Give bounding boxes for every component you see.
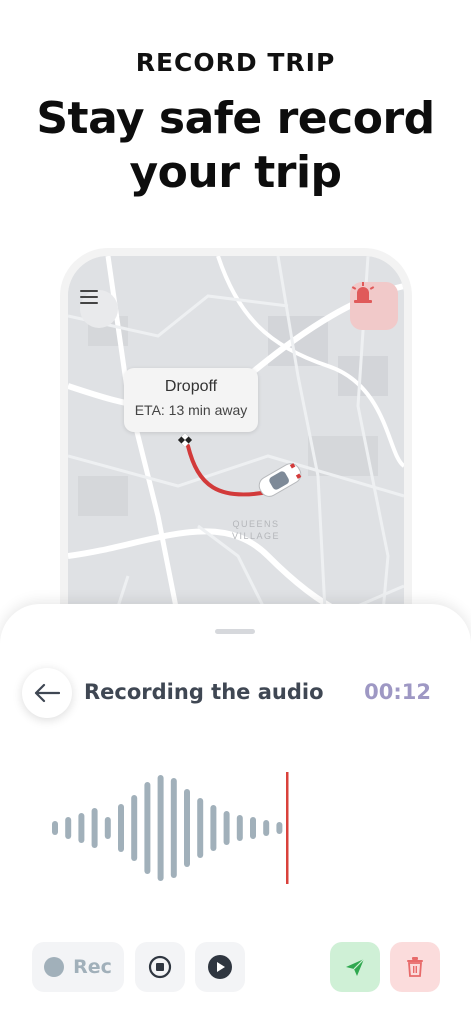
rec-button[interactable]: Rec (32, 942, 124, 992)
waveform-bar (250, 817, 256, 839)
waveform-bar (184, 789, 190, 867)
delete-button[interactable] (390, 942, 440, 992)
waveform-bar (197, 798, 204, 858)
recording-timer: 00:12 (364, 680, 431, 704)
playhead-cursor (286, 772, 289, 884)
stop-button[interactable] (135, 942, 185, 992)
stop-icon (148, 955, 172, 979)
emergency-button[interactable] (350, 282, 398, 330)
waveform-bar (131, 795, 138, 861)
waveform-bar (236, 815, 243, 841)
waveform-bar (52, 821, 58, 835)
sheet-drag-handle[interactable] (215, 629, 255, 634)
dropoff-tooltip: Dropoff ETA: 13 min away (124, 368, 258, 432)
waveform-bar (170, 778, 177, 878)
waveform-bar (210, 805, 217, 851)
arrow-left-icon (34, 683, 60, 703)
play-icon (208, 955, 232, 979)
headline-line-1: Stay safe record (36, 93, 435, 144)
headline-line-2: your trip (129, 147, 342, 198)
headline: Stay safe record your trip (0, 92, 471, 200)
map-area-label-line-1: QUEENS (232, 519, 280, 529)
back-button[interactable] (22, 668, 72, 718)
waveform-bar (157, 775, 164, 881)
map-area-label: QUEENS VILLAGE (226, 518, 286, 542)
recording-sheet: Recording the audio 00:12 Rec (0, 604, 471, 1024)
trash-icon (407, 957, 423, 977)
menu-button[interactable] (80, 290, 118, 328)
eyebrow-title: RECORD TRIP (135, 48, 336, 77)
map-area-label-line-2: VILLAGE (231, 531, 281, 541)
waveform-bar (263, 820, 270, 836)
waveform-bar (118, 804, 124, 852)
waveform-bar (276, 822, 283, 834)
waveform-bar (65, 817, 72, 839)
play-button[interactable] (195, 942, 245, 992)
dropoff-title: Dropoff (164, 378, 218, 395)
waveform-bar (144, 782, 151, 874)
waveform-bar (223, 811, 230, 845)
recording-title: Recording the audio (84, 680, 324, 704)
waveform-bar (91, 808, 98, 848)
waveform-bar (78, 813, 85, 843)
rec-label: Rec (73, 956, 112, 978)
record-dot-icon (44, 957, 65, 977)
hamburger-menu-icon (80, 290, 98, 304)
waveform-bar (104, 817, 111, 839)
send-button[interactable] (330, 942, 380, 992)
audio-waveform (52, 772, 289, 884)
send-icon (346, 958, 365, 976)
dropoff-eta: ETA: 13 min away (134, 402, 248, 418)
siren-icon (351, 282, 375, 303)
